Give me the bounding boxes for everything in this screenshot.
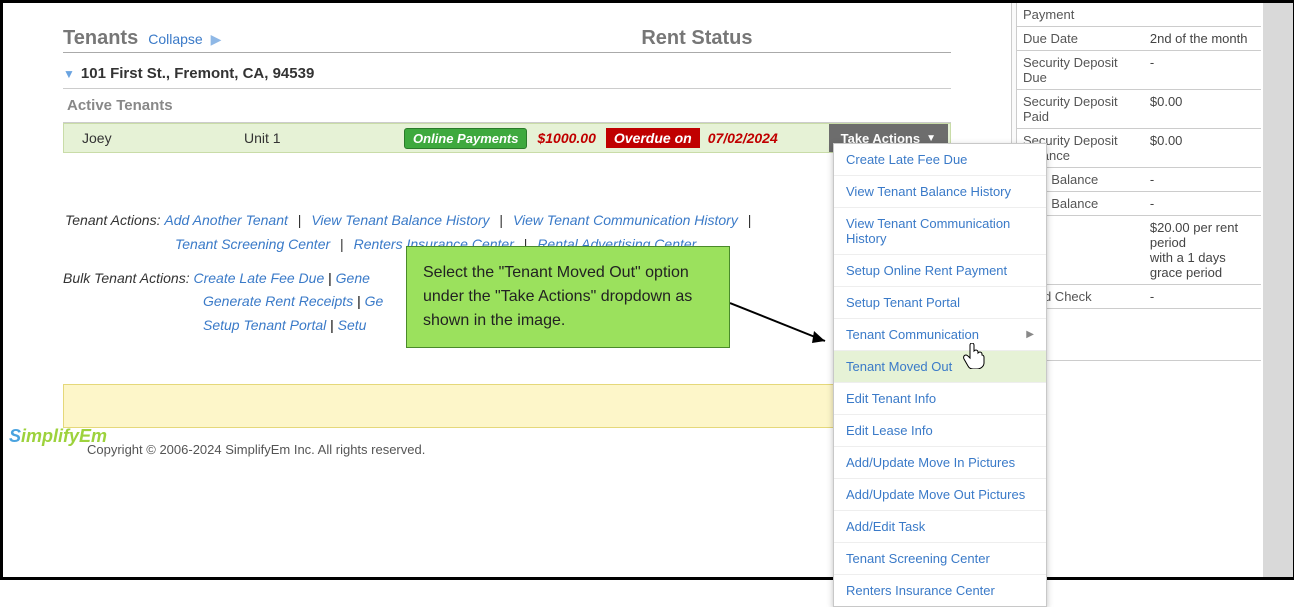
dropdown-item-label: Create Late Fee Due (846, 152, 967, 167)
dropdown-item-setup-tenant-portal[interactable]: Setup Tenant Portal (834, 287, 1046, 319)
dropdown-item-label: Edit Lease Info (846, 423, 933, 438)
dropdown-item-label: Renters Insurance Center (846, 583, 995, 598)
es-heading: ES (1017, 309, 1261, 361)
logo-s: S (9, 426, 21, 446)
info-row: Security Deposit Paid$0.00 (1017, 90, 1261, 129)
info-value: - (1144, 192, 1261, 216)
dropdown-item-view-tenant-communication-history[interactable]: View Tenant Communication History (834, 208, 1046, 255)
dropdown-item-label: Tenant Screening Center (846, 551, 990, 566)
info-value (1144, 3, 1261, 27)
info-row: Payment (1017, 3, 1261, 27)
chevron-down-icon: ▼ (63, 67, 75, 81)
tenant-name[interactable]: Joey (64, 130, 244, 146)
collapse-label: Collapse (148, 31, 202, 47)
info-row: Fee$20.00 per rent period with a 1 days … (1017, 216, 1261, 285)
link-add-tenant[interactable]: Add Another Tenant (164, 212, 288, 228)
tenant-amount: $1000.00 (537, 130, 595, 146)
dropdown-item-tenant-screening-center[interactable]: Tenant Screening Center (834, 543, 1046, 575)
dropdown-item-tenant-communication[interactable]: Tenant Communication ▶ (834, 319, 1046, 351)
info-value: - (1144, 168, 1261, 192)
info-row: ning Balance- (1017, 192, 1261, 216)
info-label: Security Deposit Due (1017, 51, 1144, 90)
info-value: - (1144, 285, 1261, 309)
info-row: Security Deposit Balance$0.00 (1017, 129, 1261, 168)
dropdown-item-tenant-moved-out[interactable]: Tenant Moved Out (834, 351, 1046, 383)
link-balance-history[interactable]: View Tenant Balance History (311, 212, 489, 228)
dropdown-item-label: Setup Tenant Portal (846, 295, 960, 310)
bulk-portal[interactable]: Setup Tenant Portal (203, 317, 326, 333)
bulk-setu-cut[interactable]: Setu (338, 317, 367, 333)
dropdown-item-add-edit-task[interactable]: Add/Edit Task (834, 511, 1046, 543)
dropdown-item-view-tenant-balance-history[interactable]: View Tenant Balance History (834, 176, 1046, 208)
dropdown-item-add-update-move-out-pictures[interactable]: Add/Update Move Out Pictures (834, 479, 1046, 511)
dropdown-item-label: Edit Tenant Info (846, 391, 936, 406)
active-tenants-label: Active Tenants (63, 89, 951, 123)
dropdown-item-label: Tenant Communication (846, 327, 979, 342)
info-row: Due Date2nd of the month (1017, 27, 1261, 51)
bulk-actions-label: Bulk Tenant Actions: (63, 270, 190, 286)
online-payments-badge[interactable]: Online Payments (404, 128, 527, 149)
copyright: Copyright © 2006-2024 SimplifyEm Inc. Al… (87, 442, 425, 457)
rent-status-title: Rent Status (641, 27, 752, 50)
info-value: 2nd of the month (1144, 27, 1261, 51)
link-comm-history[interactable]: View Tenant Communication History (513, 212, 738, 228)
take-actions-dropdown: Create Late Fee Due View Tenant Balance H… (833, 143, 1047, 607)
right-info-panel: PaymentDue Date2nd of the monthSecurity … (1017, 3, 1261, 577)
overdue-badge: Overdue on (606, 128, 700, 148)
bulk-late-fee[interactable]: Create Late Fee Due (194, 270, 325, 286)
address-row[interactable]: ▼ 101 First St., Fremont, CA, 94539 (63, 59, 951, 89)
dropdown-item-edit-tenant-info[interactable]: Edit Tenant Info (834, 383, 1046, 415)
dropdown-item-setup-online-rent-payment[interactable]: Setup Online Rent Payment (834, 255, 1046, 287)
info-row: Security Deposit Due- (1017, 51, 1261, 90)
info-label: Payment (1017, 3, 1144, 27)
info-value: $0.00 (1144, 129, 1261, 168)
tenant-unit: Unit 1 (244, 130, 404, 146)
dropdown-item-edit-lease-info[interactable]: Edit Lease Info (834, 415, 1046, 447)
overdue-date: 07/02/2024 (708, 130, 778, 146)
instruction-callout: Select the "Tenant Moved Out" option und… (406, 246, 730, 348)
scrollbar-area[interactable] (1263, 3, 1293, 577)
info-label: Security Deposit Paid (1017, 90, 1144, 129)
goto-bar: Go To Wo (63, 384, 951, 428)
info-row: nced Check- (1017, 285, 1261, 309)
bulk-ge-cut[interactable]: Ge (365, 293, 384, 309)
tenants-title: Tenants (63, 27, 138, 50)
info-label: Due Date (1017, 27, 1144, 51)
chevron-right-icon: ▶ (211, 31, 222, 47)
dropdown-item-add-update-move-in-pictures[interactable]: Add/Update Move In Pictures (834, 447, 1046, 479)
tenant-actions-label: Tenant Actions: (65, 212, 160, 228)
dropdown-item-label: Tenant Moved Out (846, 359, 952, 374)
address-text: 101 First St., Fremont, CA, 94539 (81, 65, 314, 82)
dropdown-item-label: Add/Update Move Out Pictures (846, 487, 1025, 502)
dropdown-item-label: Setup Online Rent Payment (846, 263, 1007, 278)
dropdown-item-label: Add/Edit Task (846, 519, 925, 534)
info-value: $20.00 per rent period with a 1 days gra… (1144, 216, 1261, 285)
tenant-row: Joey Unit 1 Online Payments $1000.00 Ove… (63, 123, 951, 153)
dropdown-item-label: View Tenant Communication History (846, 216, 1034, 246)
info-value: - (1144, 51, 1261, 90)
dropdown-item-label: Add/Update Move In Pictures (846, 455, 1015, 470)
info-row: ning Balance- (1017, 168, 1261, 192)
dropdown-item-create-late-fee-due[interactable]: Create Late Fee Due (834, 144, 1046, 176)
info-value: $0.00 (1144, 90, 1261, 129)
link-screening[interactable]: Tenant Screening Center (175, 236, 330, 252)
bulk-gene-cut[interactable]: Gene (336, 270, 370, 286)
chevron-down-icon: ▼ (926, 133, 936, 144)
chevron-right-icon: ▶ (1026, 329, 1034, 340)
bulk-receipts[interactable]: Generate Rent Receipts (203, 293, 353, 309)
dropdown-item-label: View Tenant Balance History (846, 184, 1011, 199)
section-header: Tenants Collapse ▶ Rent Status (63, 27, 951, 53)
collapse-link[interactable]: Collapse ▶ (148, 31, 221, 48)
